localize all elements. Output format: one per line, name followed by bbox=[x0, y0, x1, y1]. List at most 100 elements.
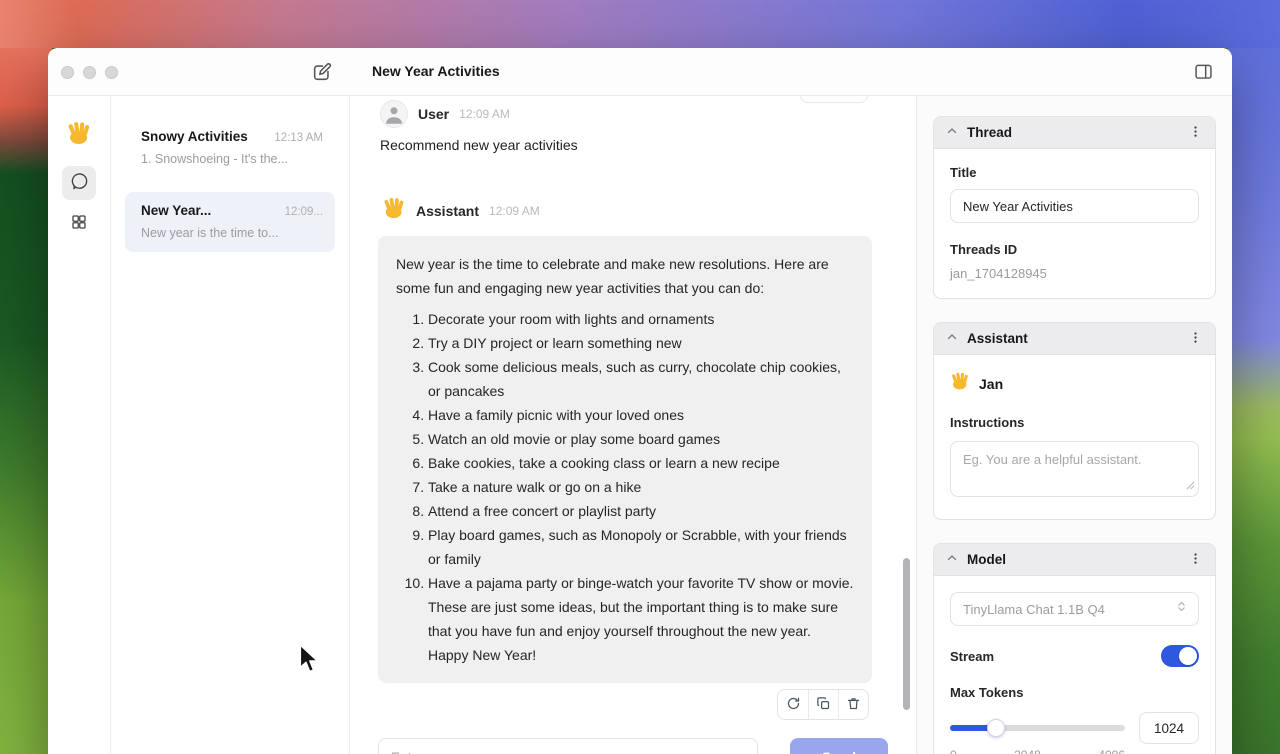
thread-item-time: 12:09... bbox=[285, 206, 323, 218]
model-menu-button[interactable] bbox=[1188, 551, 1203, 569]
max-tokens-value-box[interactable]: 1024 bbox=[1139, 712, 1199, 744]
chat-bubble-icon bbox=[70, 172, 89, 194]
thread-list-item-selected[interactable]: New Year... 12:09... New year is the tim… bbox=[125, 192, 335, 252]
chevron-up-icon bbox=[946, 330, 958, 348]
model-card: Model TinyLlama Chat 1.1B Q4 bbox=[933, 543, 1216, 754]
slider-tick-labels: 0 2048 4096 bbox=[950, 748, 1125, 754]
thread-item-preview: 1. Snowshoeing - It's the... bbox=[141, 152, 323, 166]
max-tokens-slider[interactable] bbox=[950, 719, 1125, 737]
threads-id-value: jan_1704128945 bbox=[950, 266, 1199, 281]
delete-message-button[interactable] bbox=[838, 690, 868, 719]
chat-message-area: User 12:09 AM Recommend new year activit… bbox=[350, 96, 916, 754]
assistant-list-item: Take a nature walk or go on a hike bbox=[428, 475, 854, 499]
stream-toggle[interactable] bbox=[1161, 645, 1199, 667]
assistant-list-item: Have a pajama party or binge-watch your … bbox=[428, 571, 854, 667]
regenerate-button[interactable] bbox=[778, 690, 808, 719]
kebab-menu-icon bbox=[1188, 330, 1203, 348]
assistant-message-bubble: New year is the time to celebrate and ma… bbox=[378, 236, 872, 683]
nav-chat-button[interactable] bbox=[62, 166, 96, 200]
model-card-header[interactable]: Model bbox=[934, 544, 1215, 576]
model-select[interactable]: TinyLlama Chat 1.1B Q4 bbox=[950, 592, 1199, 626]
assistant-hand-icon bbox=[950, 371, 970, 396]
assistant-list-item: Attend a free concert or playlist party bbox=[428, 499, 854, 523]
tick-label: 2048 bbox=[1014, 748, 1041, 754]
compose-icon bbox=[311, 61, 333, 86]
tick-label: 4096 bbox=[1098, 748, 1125, 754]
tick-label: 0 bbox=[950, 748, 957, 754]
thread-list-item[interactable]: Snowy Activities 12:13 AM 1. Snowshoeing… bbox=[125, 118, 335, 178]
thread-card: Thread Title Threads ID jan_1704128945 bbox=[933, 116, 1216, 299]
thread-card-header[interactable]: Thread bbox=[934, 117, 1215, 149]
message-input[interactable] bbox=[378, 738, 758, 754]
right-settings-panel: Thread Title Threads ID jan_1704128945 bbox=[916, 96, 1232, 754]
assistant-list-item: Try a DIY project or learn something new bbox=[428, 331, 854, 355]
message-time: 12:09 AM bbox=[459, 107, 510, 121]
app-window: New Year Activities bbox=[48, 48, 1232, 754]
app-icon-rail bbox=[48, 96, 111, 754]
send-button[interactable]: Send bbox=[790, 738, 888, 754]
desktop-wallpaper: New Year Activities bbox=[0, 0, 1280, 754]
copy-button[interactable] bbox=[808, 690, 838, 719]
window-topbar: New Year Activities bbox=[48, 48, 1232, 96]
assistant-list-item: Bake cookies, take a cooking class or le… bbox=[428, 451, 854, 475]
assistant-list-item: Have a family picnic with your loved one… bbox=[428, 403, 854, 427]
chat-scrollbar-thumb[interactable] bbox=[903, 558, 910, 710]
assistant-list-item: Cook some delicious meals, such as curry… bbox=[428, 355, 854, 403]
slider-knob[interactable] bbox=[987, 719, 1005, 737]
message-actions-cutoff bbox=[800, 96, 868, 103]
grid-icon bbox=[70, 213, 88, 234]
thread-list: Snowy Activities 12:13 AM 1. Snowshoeing… bbox=[111, 96, 350, 754]
instructions-textarea[interactable] bbox=[950, 441, 1199, 497]
chevron-up-icon bbox=[946, 124, 958, 142]
assistant-message-intro: New year is the time to celebrate and ma… bbox=[396, 252, 854, 300]
message-author: User bbox=[418, 106, 449, 122]
close-window-icon[interactable] bbox=[61, 66, 74, 79]
assistant-avatar-hand-icon bbox=[382, 196, 406, 225]
selected-model-name: TinyLlama Chat 1.1B Q4 bbox=[963, 602, 1105, 617]
message-time: 12:09 AM bbox=[489, 204, 540, 218]
refresh-icon bbox=[786, 696, 801, 714]
max-tokens-label: Max Tokens bbox=[950, 685, 1199, 700]
assistant-list-item: Play board games, such as Monopoly or Sc… bbox=[428, 523, 854, 571]
title-field-label: Title bbox=[950, 165, 1199, 180]
thread-item-time: 12:13 AM bbox=[274, 132, 323, 144]
resize-grip-icon[interactable] bbox=[1186, 477, 1195, 495]
thread-item-title: Snowy Activities bbox=[141, 129, 248, 144]
new-thread-button[interactable] bbox=[309, 60, 335, 86]
sidebar-panel-icon bbox=[1193, 61, 1214, 85]
assistant-card: Assistant bbox=[933, 322, 1216, 520]
stream-label: Stream bbox=[950, 649, 994, 664]
zoom-window-icon[interactable] bbox=[105, 66, 118, 79]
minimize-window-icon[interactable] bbox=[83, 66, 96, 79]
assistant-list-item: Watch an old movie or play some board ga… bbox=[428, 427, 854, 451]
card-title: Thread bbox=[967, 125, 1012, 140]
assistant-card-header[interactable]: Assistant bbox=[934, 323, 1215, 355]
user-message-text: Recommend new year activities bbox=[380, 137, 578, 153]
threads-id-label: Threads ID bbox=[950, 242, 1199, 257]
thread-item-title: New Year... bbox=[141, 203, 211, 218]
copy-icon bbox=[816, 696, 831, 714]
thread-menu-button[interactable] bbox=[1188, 124, 1203, 142]
message-author: Assistant bbox=[416, 203, 479, 219]
thread-item-preview: New year is the time to... bbox=[141, 226, 323, 240]
jan-logo-hand-icon bbox=[66, 120, 92, 146]
thread-title-input[interactable] bbox=[950, 189, 1199, 223]
assistant-list-item: Decorate your room with lights and ornam… bbox=[428, 307, 854, 331]
trash-icon bbox=[846, 696, 861, 714]
toggle-right-panel-button[interactable] bbox=[1191, 61, 1215, 85]
card-title: Model bbox=[967, 552, 1006, 567]
assistant-activity-list: Decorate your room with lights and ornam… bbox=[396, 307, 854, 667]
select-updown-icon bbox=[1175, 600, 1188, 618]
user-avatar bbox=[380, 100, 408, 128]
kebab-menu-icon bbox=[1188, 551, 1203, 569]
kebab-menu-icon bbox=[1188, 124, 1203, 142]
chevron-up-icon bbox=[946, 551, 958, 569]
chat-header-title: New Year Activities bbox=[372, 63, 500, 79]
card-title: Assistant bbox=[967, 331, 1028, 346]
window-controls[interactable] bbox=[61, 66, 118, 79]
message-action-bar bbox=[777, 689, 869, 720]
assistant-name: Jan bbox=[979, 376, 1003, 392]
assistant-menu-button[interactable] bbox=[1188, 330, 1203, 348]
nav-hub-button[interactable] bbox=[62, 206, 96, 240]
instructions-label: Instructions bbox=[950, 415, 1199, 430]
